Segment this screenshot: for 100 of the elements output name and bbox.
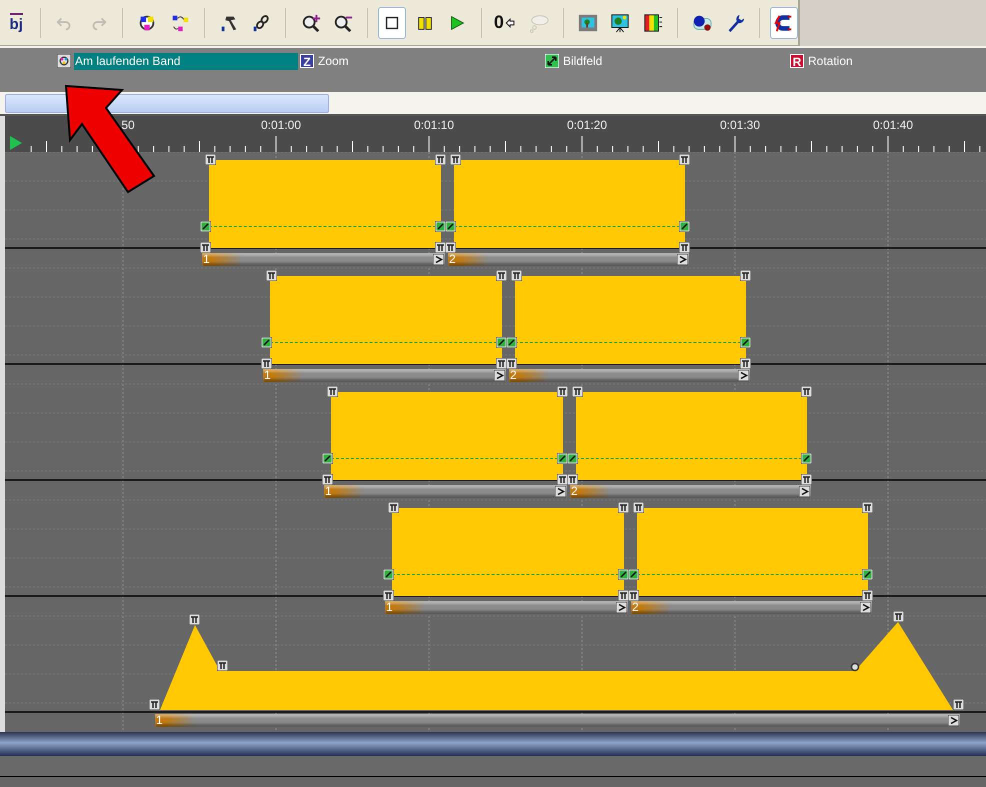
keyframe-handle-icon[interactable] <box>496 358 507 369</box>
resize-handle-icon[interactable] <box>200 221 211 232</box>
resize-handle-icon[interactable] <box>628 569 639 580</box>
keyframe-handle-icon[interactable] <box>893 611 904 622</box>
keyframe-handle-icon[interactable] <box>496 270 507 281</box>
end-marker-icon[interactable] <box>948 715 959 726</box>
clip-block[interactable] <box>576 392 807 480</box>
end-marker-icon[interactable] <box>738 370 749 381</box>
keyframe-handle-icon[interactable] <box>953 699 964 710</box>
resize-handle-icon[interactable] <box>496 337 507 348</box>
clip-bar[interactable]: 2 <box>448 253 689 266</box>
keyframe-handle-icon[interactable] <box>862 502 873 513</box>
diagonal-arrow-icon <box>545 54 559 68</box>
clip-bar[interactable]: 1 <box>155 714 960 727</box>
resize-handle-icon[interactable] <box>435 221 446 232</box>
keyframe-handle-icon[interactable] <box>557 474 568 485</box>
play-marker-icon[interactable] <box>10 136 22 150</box>
toolbar-button[interactable] <box>770 6 798 38</box>
keyframe-handle-icon[interactable] <box>633 502 644 513</box>
time-label: 50 <box>121 118 135 132</box>
keyframe-handle-icon[interactable] <box>217 660 228 671</box>
time-label: 0:01:10 <box>414 118 454 132</box>
track-tab[interactable]: Bildfeld <box>562 53 606 70</box>
keyframe-handle-icon[interactable] <box>189 614 200 625</box>
keyframe-handle-icon[interactable] <box>801 386 812 397</box>
keyframe-handle-icon[interactable] <box>261 358 272 369</box>
resize-handle-icon[interactable] <box>679 221 690 232</box>
resize-handle-icon[interactable] <box>261 337 272 348</box>
keyframe-point-icon[interactable] <box>850 662 860 672</box>
clip-bar[interactable]: 1 <box>324 485 567 498</box>
clip-block[interactable] <box>454 160 685 248</box>
resize-handle-icon[interactable] <box>322 453 333 464</box>
keyframe-handle-icon[interactable] <box>567 474 578 485</box>
keyframe-handle-icon[interactable] <box>572 386 583 397</box>
keyframe-handle-icon[interactable] <box>618 502 629 513</box>
toolbar-button[interactable] <box>378 6 406 38</box>
keyframe-handle-icon[interactable] <box>862 590 873 601</box>
resize-handle-icon[interactable] <box>740 337 751 348</box>
keyframe-handle-icon[interactable] <box>511 270 522 281</box>
clip-block[interactable] <box>515 276 746 364</box>
track-tab[interactable]: Rotation <box>807 53 856 70</box>
clip-block[interactable] <box>270 276 502 364</box>
resize-handle-icon[interactable] <box>557 453 568 464</box>
reset-button[interactable]: 0 <box>492 6 521 38</box>
keyframe-handle-icon[interactable] <box>266 270 277 281</box>
resize-handle-icon[interactable] <box>801 453 812 464</box>
object-button[interactable]: bj <box>2 6 30 38</box>
keyframe-handle-icon[interactable] <box>435 242 446 253</box>
clip-bar[interactable]: 2 <box>631 601 872 614</box>
zoom-out-icon <box>332 12 353 32</box>
keyframe-handle-icon[interactable] <box>628 590 639 601</box>
keyframe-handle-icon[interactable] <box>740 358 751 369</box>
keyframe-handle-icon[interactable] <box>801 474 812 485</box>
keyframe-handle-icon[interactable] <box>557 386 568 397</box>
resize-handle-icon[interactable] <box>567 453 578 464</box>
keyframe-handle-icon[interactable] <box>450 154 461 165</box>
keyframe-handle-icon[interactable] <box>435 154 446 165</box>
clip-bar[interactable]: 1 <box>202 253 445 266</box>
keyframe-handle-icon[interactable] <box>322 474 333 485</box>
clip-number: 1 <box>156 713 163 728</box>
clip-bar[interactable]: 2 <box>509 369 750 382</box>
clip-number: 1 <box>203 252 210 267</box>
clip-block[interactable] <box>392 508 624 596</box>
end-marker-icon[interactable] <box>494 370 505 381</box>
end-marker-icon[interactable] <box>616 602 627 613</box>
envelope-shape[interactable] <box>160 622 953 710</box>
end-marker-icon[interactable] <box>677 254 688 265</box>
keyframe-handle-icon[interactable] <box>205 154 216 165</box>
keyframe-handle-icon[interactable] <box>506 358 517 369</box>
keyframe-handle-icon[interactable] <box>445 242 456 253</box>
end-marker-icon[interactable] <box>799 486 810 497</box>
resize-handle-icon[interactable] <box>445 221 456 232</box>
clip-bar[interactable]: 2 <box>570 485 811 498</box>
keyframe-handle-icon[interactable] <box>679 242 690 253</box>
clip-block[interactable] <box>209 160 441 248</box>
end-marker-icon[interactable] <box>555 486 566 497</box>
clip-bar[interactable]: 1 <box>263 369 506 382</box>
resize-handle-icon[interactable] <box>862 569 873 580</box>
keyframe-handle-icon[interactable] <box>149 699 160 710</box>
clip-number: 2 <box>510 368 517 383</box>
resize-handle-icon[interactable] <box>618 569 629 580</box>
time-label: 0:01:20 <box>566 118 608 132</box>
end-marker-icon[interactable] <box>433 254 444 265</box>
resize-handle-icon[interactable] <box>506 337 517 348</box>
clip-block[interactable] <box>637 508 868 596</box>
end-marker-icon[interactable] <box>860 602 871 613</box>
keyframe-handle-icon[interactable] <box>327 386 338 397</box>
keyframe-handle-icon[interactable] <box>740 270 751 281</box>
clip-block[interactable] <box>331 392 563 480</box>
keyframe-handle-icon[interactable] <box>388 502 399 513</box>
speech-bubble-icon <box>528 12 549 32</box>
clip-bar[interactable]: 1 <box>385 601 628 614</box>
track-tab[interactable]: Am laufenden Band <box>74 53 298 70</box>
resize-handle-icon[interactable] <box>383 569 394 580</box>
keyframe-handle-icon[interactable] <box>618 590 629 601</box>
keyframe-handle-icon[interactable] <box>679 154 690 165</box>
track-tab[interactable]: Zoom <box>317 53 352 70</box>
keyframe-handle-icon[interactable] <box>383 590 394 601</box>
keyframe-handle-icon[interactable] <box>200 242 211 253</box>
time-label: 0:01:40 <box>872 118 914 132</box>
